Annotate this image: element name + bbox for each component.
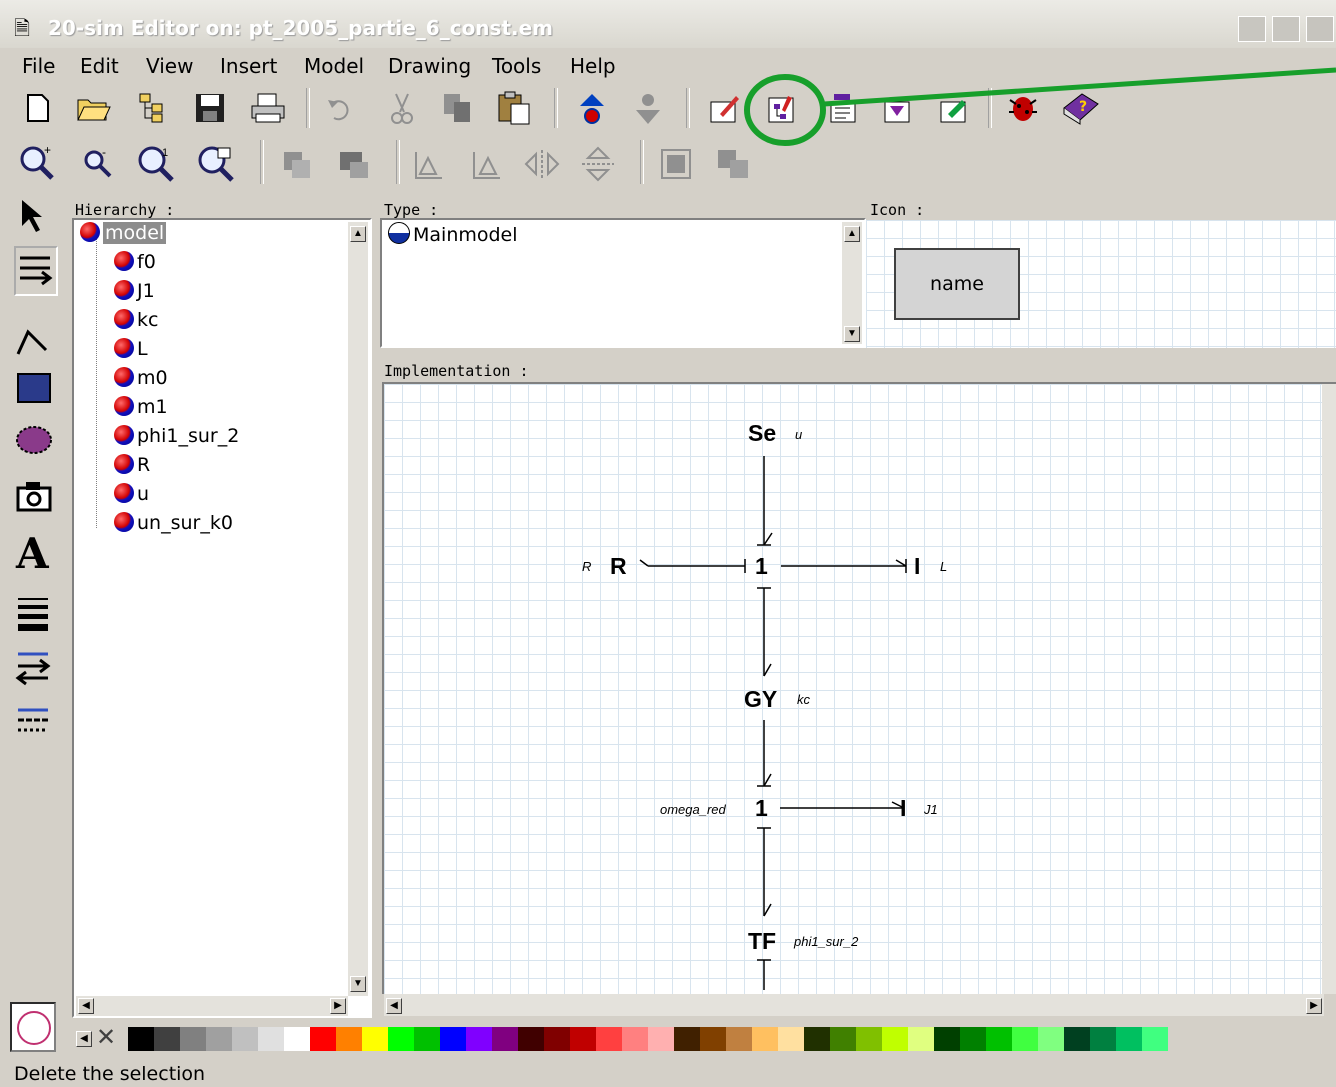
color-swatch[interactable] — [1038, 1027, 1064, 1051]
status-text: Delete the selection — [14, 1063, 206, 1085]
junction-1-top[interactable]: 1 — [755, 553, 768, 580]
tf-param: phi1_sur_2 — [794, 934, 859, 949]
scroll-left-button[interactable]: ◀ — [386, 998, 402, 1014]
se-element[interactable]: Se — [748, 420, 776, 447]
color-swatch[interactable] — [700, 1027, 726, 1051]
color-swatch[interactable] — [882, 1027, 908, 1051]
color-swatch[interactable] — [154, 1027, 180, 1051]
color-swatch[interactable] — [1116, 1027, 1142, 1051]
color-swatch[interactable] — [128, 1027, 154, 1051]
color-swatch[interactable] — [232, 1027, 258, 1051]
omega-red-param: omega_red — [660, 802, 726, 817]
color-swatch[interactable] — [1090, 1027, 1116, 1051]
gy-element[interactable]: GY — [744, 686, 777, 713]
color-swatch[interactable] — [726, 1027, 752, 1051]
j1-param: J1 — [924, 802, 938, 817]
color-swatch[interactable] — [206, 1027, 232, 1051]
se-param: u — [795, 427, 803, 442]
bond-1-r — [639, 559, 745, 567]
bond-1-l — [781, 559, 907, 567]
color-swatch[interactable] — [362, 1027, 388, 1051]
color-swatch[interactable] — [440, 1027, 466, 1051]
scroll-right-button[interactable]: ▶ — [330, 998, 346, 1014]
color-swatch[interactable] — [180, 1027, 206, 1051]
bond-1-j1 — [780, 801, 905, 809]
color-swatch[interactable] — [336, 1027, 362, 1051]
color-swatch[interactable] — [778, 1027, 804, 1051]
palette-scroll-left-button[interactable]: ◀ — [76, 1031, 92, 1047]
r-param: R — [582, 559, 592, 574]
color-swatch[interactable] — [830, 1027, 856, 1051]
color-swatch[interactable] — [258, 1027, 284, 1051]
color-swatch[interactable] — [986, 1027, 1012, 1051]
color-swatch[interactable] — [1064, 1027, 1090, 1051]
color-swatch[interactable] — [310, 1027, 336, 1051]
tf-element[interactable]: TF — [748, 928, 776, 955]
color-swatch[interactable] — [674, 1027, 700, 1051]
color-swatch[interactable] — [908, 1027, 934, 1051]
l-element[interactable]: I — [914, 553, 920, 580]
color-swatch[interactable] — [570, 1027, 596, 1051]
junction-1-bottom[interactable]: 1 — [755, 795, 768, 822]
color-swatch[interactable] — [1142, 1027, 1168, 1051]
color-swatch[interactable] — [518, 1027, 544, 1051]
gy-param: kc — [797, 692, 810, 707]
no-color-icon[interactable]: ✕ — [96, 1026, 124, 1052]
j1-element[interactable]: I — [900, 795, 906, 822]
color-swatch[interactable] — [856, 1027, 882, 1051]
scroll-right-button[interactable]: ▶ — [1306, 998, 1322, 1014]
color-swatch[interactable] — [544, 1027, 570, 1051]
color-swatch[interactable] — [752, 1027, 778, 1051]
color-indicator[interactable] — [10, 1002, 56, 1052]
r-element[interactable]: R — [610, 553, 627, 580]
color-swatch[interactable] — [596, 1027, 622, 1051]
color-swatch[interactable] — [622, 1027, 648, 1051]
color-swatch[interactable] — [960, 1027, 986, 1051]
scroll-left-button[interactable]: ◀ — [78, 998, 94, 1014]
color-swatch[interactable] — [284, 1027, 310, 1051]
color-swatch[interactable] — [804, 1027, 830, 1051]
color-swatch[interactable] — [414, 1027, 440, 1051]
color-swatch[interactable] — [1012, 1027, 1038, 1051]
color-swatch[interactable] — [466, 1027, 492, 1051]
l-param: L — [940, 559, 948, 574]
color-swatch[interactable] — [492, 1027, 518, 1051]
color-swatch[interactable] — [648, 1027, 674, 1051]
bond-graph — [639, 456, 907, 990]
color-swatch[interactable] — [934, 1027, 960, 1051]
color-swatch[interactable] — [388, 1027, 414, 1051]
